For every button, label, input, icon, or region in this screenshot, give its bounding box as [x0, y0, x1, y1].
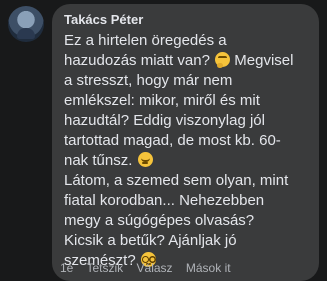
relieved-face-icon [137, 152, 153, 167]
comment-line: hazudtál? Eddig viszonylag jól [64, 112, 265, 129]
like-button[interactable]: Tetszik [86, 261, 123, 275]
comment-line: Látom, a szemed sem olyan, mint [64, 172, 289, 189]
comment-author[interactable]: Takács Péter [64, 12, 307, 28]
comment-line: hazudozás miatt van? Megvisel [64, 52, 294, 69]
avatar[interactable] [8, 6, 44, 42]
comment-line: Kicsik a betűk? Ajánljak jó [64, 232, 237, 249]
comment-line: nak tűnsz. [64, 151, 307, 171]
comment: Takács Péter Ez a hirtelen öregedés a ha… [8, 4, 319, 281]
comment-text: Ez a hirtelen öregedés a hazudozás miatt… [64, 31, 307, 271]
comment-line: tartottad magad, de most kb. 60- [64, 132, 281, 149]
comment-time[interactable]: 1é [60, 261, 73, 275]
reply-button[interactable]: Válasz [137, 261, 173, 275]
comment-line: megy a súgógépes olvasás? [64, 212, 255, 229]
comment-line: Ez a hirtelen öregedés a [64, 32, 227, 49]
comment-line: a stresszt, hogy már nem [64, 72, 233, 89]
comment-line: emlékszel: mikor, miről és mit [64, 92, 260, 109]
more-link[interactable]: Mások it [186, 261, 231, 275]
comment-actions: 1é Tetszik Válasz Mások it [60, 261, 241, 275]
comment-bubble: Takács Péter Ez a hirtelen öregedés a ha… [52, 4, 319, 281]
comment-line: fiatal korodban... Nehezebben [64, 192, 265, 209]
thinking-face-icon [215, 52, 231, 68]
